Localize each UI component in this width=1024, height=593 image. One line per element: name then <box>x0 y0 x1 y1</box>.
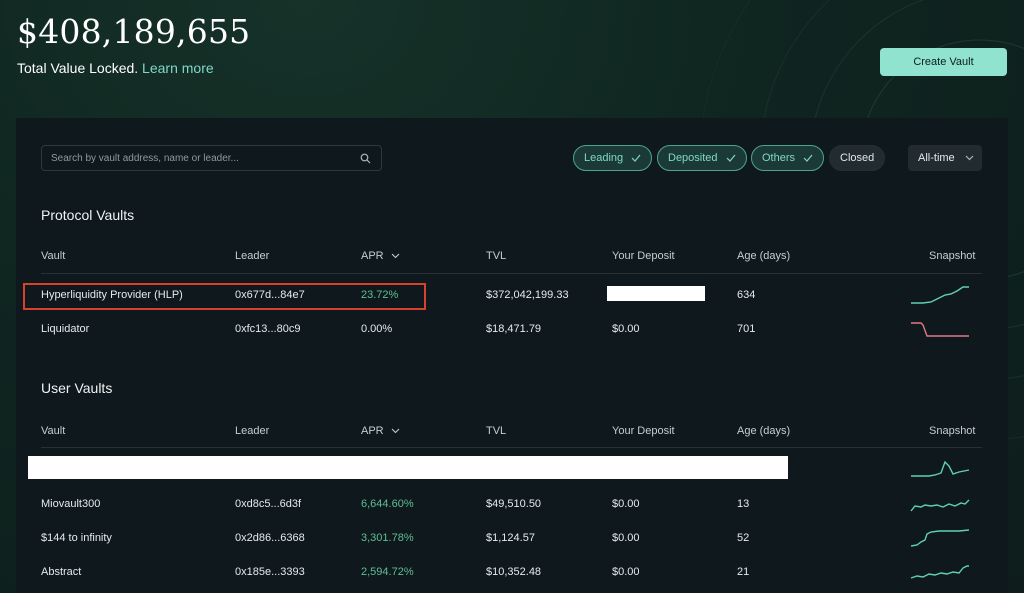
filter-leading-chip[interactable]: Leading <box>573 145 653 171</box>
vault-deposit: $0.00 <box>612 323 640 335</box>
tvl-caption: Total Value Locked. Learn more <box>17 60 214 76</box>
learn-more-link[interactable]: Learn more <box>142 60 214 76</box>
vault-apr: 6,644.60% <box>361 498 414 510</box>
protocol-vaults-title: Protocol Vaults <box>41 207 135 223</box>
snapshot-sparkline <box>910 499 970 512</box>
sort-chevron-icon <box>391 253 400 259</box>
col-header-tvl[interactable]: TVL <box>486 425 506 437</box>
col-header-leader[interactable]: Leader <box>235 425 269 437</box>
vault-leader: 0xd8c5...6d3f <box>235 498 302 510</box>
col-header-apr-label: APR <box>361 425 384 437</box>
check-icon <box>803 154 813 162</box>
col-header-age[interactable]: Age (days) <box>737 250 790 262</box>
vault-name[interactable]: $144 to infinity <box>41 532 112 544</box>
vaults-panel: Leading Deposited Others Closed All-time… <box>16 118 1008 593</box>
col-header-vault[interactable]: Vault <box>41 425 65 437</box>
vault-tvl: $372,042,199.33 <box>486 289 569 301</box>
user-vaults-title: User Vaults <box>41 380 113 396</box>
col-header-deposit[interactable]: Your Deposit <box>612 425 675 437</box>
vault-name[interactable]: Abstract <box>41 566 81 578</box>
col-header-apr-label: APR <box>361 250 384 262</box>
search-icon[interactable] <box>360 153 371 164</box>
create-vault-button[interactable]: Create Vault <box>880 48 1007 76</box>
col-header-snapshot: Snapshot <box>929 425 976 437</box>
vault-apr: 0.00% <box>361 323 393 335</box>
tvl-amount: $408,189,655 <box>17 12 251 51</box>
vault-name[interactable]: Liquidator <box>41 323 89 335</box>
redacted-deposit <box>607 286 705 301</box>
filter-others-chip[interactable]: Others <box>751 145 825 171</box>
highlight-annotation-box <box>23 283 426 310</box>
check-icon <box>726 154 736 162</box>
vault-deposit: $0.00 <box>612 532 640 544</box>
col-header-snapshot: Snapshot <box>929 250 976 262</box>
vault-apr: 2,594.72% <box>361 566 414 578</box>
vault-leader: 0xfc13...80c9 <box>235 323 301 335</box>
snapshot-sparkline <box>910 565 969 579</box>
vault-age: 13 <box>737 498 750 510</box>
snapshot-sparkline <box>910 529 970 547</box>
col-header-vault[interactable]: Vault <box>41 250 65 262</box>
tvl-label: Total Value Locked. <box>17 60 139 76</box>
search-input[interactable] <box>51 152 351 164</box>
vault-tvl: $49,510.50 <box>486 498 542 510</box>
col-header-tvl[interactable]: TVL <box>486 250 506 262</box>
snapshot-sparkline <box>911 460 970 477</box>
filter-others-label: Others <box>762 152 796 164</box>
check-icon <box>631 154 641 162</box>
col-header-apr[interactable]: APR <box>361 250 400 262</box>
search-box[interactable] <box>41 145 382 171</box>
filter-leading-label: Leading <box>584 152 624 164</box>
time-range-value: All-time <box>918 152 955 164</box>
col-header-apr[interactable]: APR <box>361 425 400 437</box>
sort-chevron-icon <box>391 428 400 434</box>
vault-tvl: $18,471.79 <box>486 323 542 335</box>
filter-deposited-label: Deposited <box>668 152 718 164</box>
filter-closed-chip[interactable]: Closed <box>829 145 886 171</box>
col-header-age[interactable]: Age (days) <box>737 425 790 437</box>
vault-leader: 0x2d86...6368 <box>235 532 305 544</box>
snapshot-sparkline <box>911 322 969 337</box>
vault-age: 701 <box>737 323 756 335</box>
time-range-dropdown[interactable]: All-time <box>908 145 982 171</box>
header-divider <box>41 273 982 274</box>
vault-leader: 0x185e...3393 <box>235 566 305 578</box>
vault-age: 634 <box>737 289 756 301</box>
chevron-down-icon <box>965 155 974 161</box>
header-divider <box>41 447 982 448</box>
col-header-leader[interactable]: Leader <box>235 250 269 262</box>
filter-closed-label: Closed <box>840 152 875 164</box>
filter-deposited-chip[interactable]: Deposited <box>657 145 747 171</box>
snapshot-sparkline <box>911 286 969 304</box>
col-header-deposit[interactable]: Your Deposit <box>612 250 675 262</box>
vault-apr: 3,301.78% <box>361 532 414 544</box>
vault-deposit: $0.00 <box>612 498 640 510</box>
vault-age: 21 <box>737 566 750 578</box>
vault-tvl: $1,124.57 <box>486 532 535 544</box>
redacted-row <box>28 456 788 479</box>
vault-age: 52 <box>737 532 750 544</box>
vault-name[interactable]: Miovault300 <box>41 498 100 510</box>
vault-deposit: $0.00 <box>612 566 640 578</box>
vault-tvl: $10,352.48 <box>486 566 542 578</box>
